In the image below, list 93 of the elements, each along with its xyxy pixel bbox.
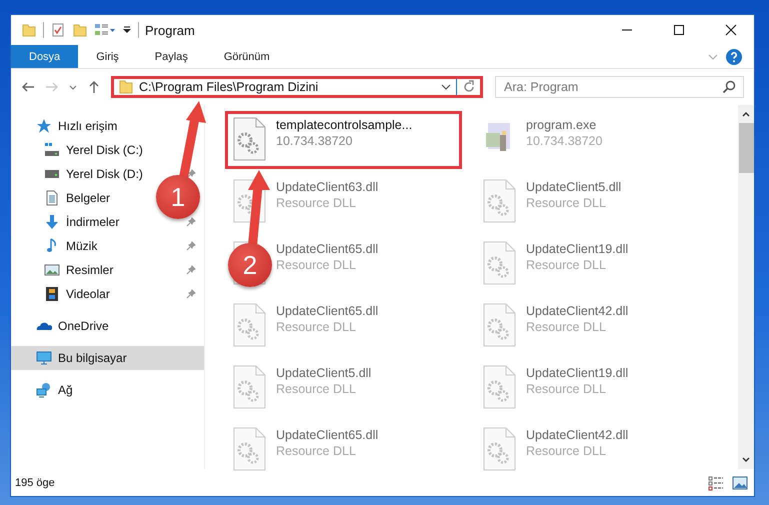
search-field[interactable]: Ara: Program — [495, 76, 744, 98]
file-name[interactable]: UpdateClient65.dll — [276, 242, 378, 256]
sidebar-item[interactable]: Müzik — [44, 238, 98, 254]
item-count: 195 öge — [15, 476, 55, 488]
file-name[interactable]: templatecontrolsample... — [276, 118, 412, 132]
file-name[interactable]: UpdateClient5.dll — [276, 366, 372, 380]
up-arrow-icon[interactable] — [87, 80, 101, 94]
recent-dropdown-icon[interactable] — [69, 83, 77, 91]
view-dropdown-icon[interactable] — [94, 22, 116, 38]
star-icon — [36, 118, 52, 134]
file-detail: Resource DLL — [276, 196, 357, 210]
file-name[interactable]: UpdateClient65.dll — [276, 428, 378, 442]
network-icon — [36, 382, 52, 398]
pin-icon[interactable] — [186, 265, 196, 275]
large-icons-view-icon[interactable] — [732, 474, 748, 490]
details-view-icon[interactable] — [708, 474, 724, 490]
properties-icon[interactable] — [50, 22, 66, 38]
search-icon — [722, 80, 736, 94]
ribbon-tab[interactable]: Dosya — [11, 45, 78, 68]
pin-icon[interactable] — [186, 241, 196, 251]
window-title: Program — [145, 22, 195, 38]
file-detail: Resource DLL — [526, 258, 607, 272]
gear-file-icon — [232, 303, 266, 347]
film-icon — [44, 286, 60, 302]
file-detail: 10.734.38720 — [276, 134, 354, 148]
pin-icon[interactable] — [186, 289, 196, 299]
gear-file-icon — [482, 365, 516, 409]
file-detail: Resource DLL — [276, 258, 357, 272]
gear-file-icon — [232, 365, 266, 409]
file-detail: Resource DLL — [526, 444, 607, 458]
sidebar-item[interactable]: İndirmeler — [44, 214, 120, 230]
file-name[interactable]: UpdateClient63.dll — [276, 180, 378, 194]
file-name[interactable]: UpdateClient19.dll — [526, 366, 628, 380]
sidebar-item[interactable]: Yerel Disk (C:) — [44, 142, 143, 158]
dropdown-caret-icon[interactable] — [441, 82, 451, 92]
file-detail: 10.734.38720 — [526, 134, 602, 148]
gear-file-icon — [482, 303, 516, 347]
file-detail: Resource DLL — [526, 320, 607, 334]
back-arrow-icon[interactable] — [21, 80, 35, 94]
file-detail: Resource DLL — [526, 196, 607, 210]
maximize-icon[interactable] — [673, 24, 685, 36]
gear-file-icon — [482, 241, 516, 285]
gear-file-icon — [482, 427, 516, 471]
sidebar-label: Hızlı erişim — [58, 119, 118, 133]
customize-arrow-icon[interactable] — [122, 25, 132, 35]
file-detail: Resource DLL — [276, 320, 357, 334]
refresh-icon[interactable] — [462, 80, 476, 94]
sidebar-label: Resimler — [66, 263, 114, 277]
monitor-icon — [36, 350, 52, 366]
file-name[interactable]: program.exe — [526, 118, 602, 132]
sidebar-label: Yerel Disk (D:) — [66, 167, 143, 181]
sidebar-label: Videolar — [66, 287, 110, 301]
sidebar-label: OneDrive — [58, 319, 109, 333]
help-icon[interactable] — [726, 48, 742, 64]
sidebar-item[interactable]: Hızlı erişim — [11, 114, 204, 138]
sidebar-item[interactable]: Yerel Disk (D:) — [44, 166, 143, 182]
close-icon[interactable] — [725, 24, 737, 36]
pin-icon[interactable] — [186, 217, 196, 227]
address-path: C:\Program Files\Program Dizini — [139, 80, 320, 94]
sidebar-label: Yerel Disk (C:) — [66, 143, 143, 157]
highlighted-file-item[interactable]: templatecontrolsample... 10.734.38720 — [225, 111, 462, 169]
sidebar-item[interactable]: Videolar — [44, 286, 110, 302]
address-field[interactable]: C:\Program Files\Program Dizini — [111, 76, 483, 98]
sidebar-item[interactable]: Bu bilgisayar — [11, 346, 204, 370]
download-arrow-icon — [44, 214, 60, 230]
file-name[interactable]: UpdateClient65.dll — [276, 304, 378, 318]
sidebar-item[interactable]: OneDrive — [11, 314, 204, 338]
file-detail: Resource DLL — [276, 444, 357, 458]
sidebar-item[interactable]: Resimler — [44, 262, 114, 278]
sidebar-item[interactable]: Belgeler — [44, 190, 110, 206]
scroll-thumb[interactable] — [738, 123, 754, 173]
file-name[interactable]: UpdateClient19.dll — [526, 242, 628, 256]
sidebar-label: Belgeler — [66, 191, 110, 205]
folder-icon — [118, 79, 134, 95]
chevron-down-icon[interactable] — [708, 52, 718, 62]
scrollbar[interactable] — [738, 105, 754, 469]
file-detail: Resource DLL — [276, 382, 357, 396]
sidebar-item[interactable]: Ağ — [11, 378, 204, 402]
file-detail: Resource DLL — [526, 382, 607, 396]
document-icon — [44, 190, 60, 206]
sidebar-label: Ağ — [58, 383, 73, 397]
pin-icon[interactable] — [186, 169, 196, 179]
file-name[interactable]: UpdateClient42.dll — [526, 304, 628, 318]
sidebar-label: Bu bilgisayar — [58, 351, 127, 365]
picture-icon — [44, 262, 60, 278]
sidebar-label: İndirmeler — [66, 215, 120, 229]
file-name[interactable]: UpdateClient42.dll — [526, 428, 628, 442]
drive-icon — [44, 142, 60, 158]
gear-file-icon — [482, 179, 516, 223]
file-name[interactable]: UpdateClient5.dll — [526, 180, 622, 194]
gear-file-icon — [232, 427, 266, 471]
gear-file-icon — [232, 117, 266, 161]
sidebar-label: Müzik — [66, 239, 98, 253]
